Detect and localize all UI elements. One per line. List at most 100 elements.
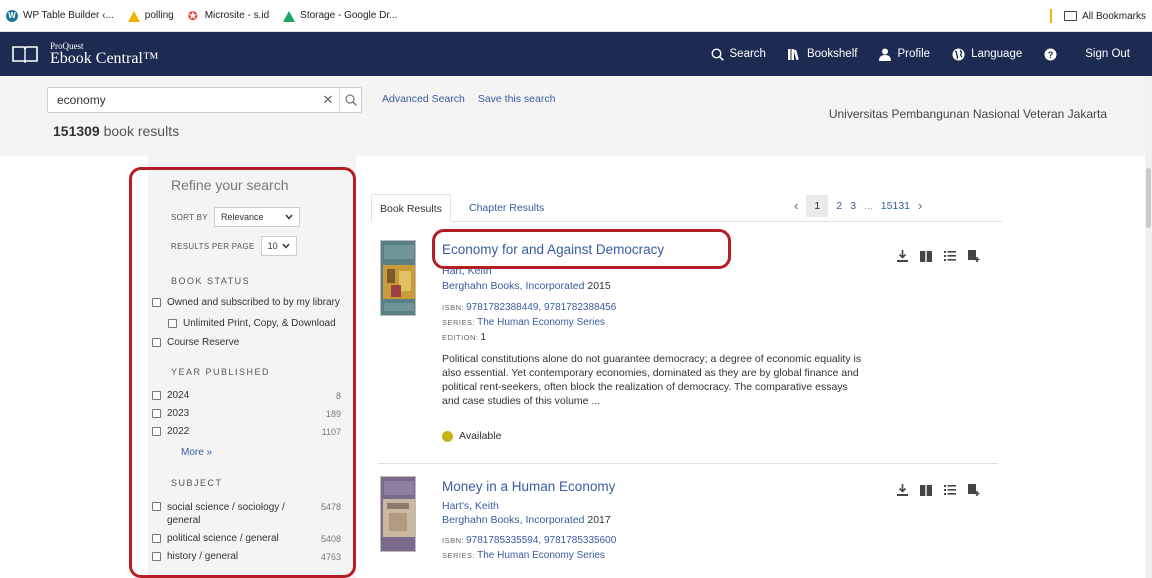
folder-icon	[1064, 11, 1078, 21]
filter-subject-political-science[interactable]: political science / general	[152, 533, 279, 544]
sort-by-row: SORT BY Relevance	[171, 207, 300, 227]
checkbox[interactable]	[152, 409, 161, 418]
checkbox[interactable]	[152, 298, 161, 307]
result-title[interactable]: Money in a Human Economy	[442, 479, 615, 494]
filter-year-2024[interactable]: 2024	[152, 390, 189, 401]
globe-icon	[952, 48, 965, 60]
result-edition: EDITION: 1	[442, 332, 487, 343]
filter-owned[interactable]: Owned and subscribed to by my library	[152, 297, 340, 308]
nav-search[interactable]: Search	[711, 47, 766, 61]
checkbox[interactable]	[152, 338, 161, 347]
subject-heading: SUBJECT	[171, 478, 223, 488]
result-year: 2017	[587, 514, 611, 526]
add-to-shelf-icon	[968, 484, 980, 496]
download-button[interactable]	[890, 484, 914, 496]
result-publisher[interactable]: Berghahn Books, Incorporated	[442, 280, 584, 292]
year-count: 189	[325, 409, 341, 419]
sort-by-select[interactable]: Relevance	[213, 207, 300, 227]
chevron-down-icon	[285, 214, 293, 220]
nav-profile[interactable]: Profile	[879, 48, 930, 61]
result-publisher[interactable]: Berghahn Books, Incorporated	[442, 514, 584, 526]
page-last[interactable]: 15131	[881, 195, 910, 217]
user-icon	[879, 48, 892, 61]
add-to-bookshelf-button[interactable]	[962, 484, 986, 496]
tab-chapter-results[interactable]: Chapter Results	[461, 194, 552, 222]
checkbox[interactable]	[152, 552, 161, 561]
filter-subject-history[interactable]: history / general	[152, 551, 238, 562]
download-button[interactable]	[890, 250, 914, 262]
scroll-thumb[interactable]	[1146, 168, 1151, 228]
book-cover[interactable]	[380, 476, 416, 552]
search-icon	[344, 94, 357, 106]
year-count: 1107	[321, 427, 341, 437]
checkbox[interactable]	[152, 502, 161, 511]
filter-unlimited[interactable]: Unlimited Print, Copy, & Download	[168, 318, 336, 329]
result-author[interactable]: Hart, Keith	[442, 265, 492, 277]
svg-text:?: ?	[1048, 50, 1054, 60]
book-logo-icon	[12, 46, 38, 63]
filter-year-2023[interactable]: 2023	[152, 408, 189, 419]
save-search-link[interactable]: Save this search	[478, 93, 556, 105]
page-3[interactable]: 3	[850, 195, 856, 217]
results-count: 151309 book results	[53, 123, 180, 139]
result-isbn: ISBN: 9781785335594, 9781785335600	[442, 535, 617, 546]
prev-page-button[interactable]: ‹	[794, 195, 798, 217]
book-cover[interactable]	[380, 240, 416, 316]
nav-sign-out[interactable]: Sign Out	[1085, 48, 1130, 60]
year-count: 8	[335, 391, 341, 401]
brand-logo[interactable]: ProQuest Ebook Central™	[50, 41, 159, 67]
read-online-button[interactable]	[914, 484, 938, 496]
book-cover-image	[381, 241, 415, 315]
filter-subject-sociology[interactable]: social science / sociology / general	[152, 501, 292, 527]
all-bookmarks[interactable]: All Bookmarks	[1050, 0, 1146, 32]
page-scrollbar[interactable]	[1145, 76, 1152, 578]
checkbox[interactable]	[152, 427, 161, 436]
search-box: ✕	[47, 87, 362, 113]
nav-bookshelf[interactable]: Bookshelf	[787, 48, 857, 60]
results-per-page-row: RESULTS PER PAGE 10	[171, 236, 297, 256]
checkbox[interactable]	[152, 534, 161, 543]
checkbox[interactable]	[168, 319, 177, 328]
nav-language[interactable]: Language	[952, 48, 1022, 61]
search-icon	[711, 47, 724, 61]
search-submit-button[interactable]	[339, 88, 361, 112]
page-1[interactable]: 1	[806, 195, 829, 217]
google-drive-icon	[127, 10, 140, 22]
book-open-icon	[920, 484, 932, 496]
table-of-contents-button[interactable]	[938, 485, 962, 495]
result-description: Political constitutions alone do not gua…	[442, 353, 862, 407]
tab-book-results[interactable]: Book Results	[371, 194, 451, 222]
bookmark-microsite[interactable]: ✪ Microsite - s.id	[188, 10, 269, 22]
subject-count: 5478	[320, 502, 341, 512]
result-title[interactable]: Economy for and Against Democracy	[442, 242, 664, 257]
read-online-button[interactable]	[914, 250, 938, 262]
nav-help[interactable]: ?	[1044, 48, 1063, 61]
clear-icon[interactable]: ✕	[321, 92, 335, 108]
add-to-bookshelf-button[interactable]	[962, 250, 986, 262]
subject-count: 4763	[320, 552, 341, 562]
bookmark-polling[interactable]: polling	[127, 10, 174, 22]
institution-name: Universitas Pembangunan Nasional Veteran…	[828, 107, 1107, 121]
page-ellipsis: ...	[864, 200, 873, 212]
results-per-page-select[interactable]: 10	[260, 236, 297, 256]
table-of-contents-button[interactable]	[938, 251, 962, 261]
result-divider	[378, 463, 998, 464]
checkbox[interactable]	[152, 391, 161, 400]
result-series: SERIES: The Human Economy Series	[442, 317, 605, 328]
more-years-link[interactable]: More »	[181, 447, 212, 458]
page-2[interactable]: 2	[836, 195, 842, 217]
bookmark-storage[interactable]: Storage - Google Dr...	[283, 10, 397, 22]
result-series: SERIES: The Human Economy Series	[442, 550, 605, 561]
add-to-shelf-icon	[968, 250, 980, 262]
refine-title: Refine your search	[171, 177, 289, 193]
available-dot-icon	[442, 430, 453, 442]
advanced-search-link[interactable]: Advanced Search	[382, 93, 465, 105]
bookmark-wp-table-builder[interactable]: W WP Table Builder ‹...	[6, 9, 114, 22]
filter-year-2022[interactable]: 2022	[152, 426, 189, 437]
result-author[interactable]: Hart's, Keith	[442, 500, 499, 512]
search-links: Advanced Search Save this search	[382, 93, 565, 105]
site-header: ProQuest Ebook Central™ Search Bookshelf…	[0, 32, 1152, 76]
search-input[interactable]	[48, 93, 321, 107]
next-page-button[interactable]: ›	[918, 195, 922, 217]
filter-course-reserve[interactable]: Course Reserve	[152, 337, 239, 348]
